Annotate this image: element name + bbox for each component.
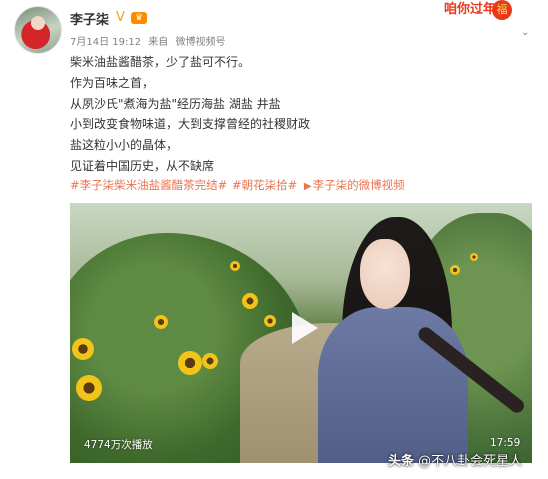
sunflower (230, 261, 240, 271)
video-player[interactable]: 4774万次播放 17:59 (70, 203, 532, 463)
hashtag-link[interactable]: #李子柒柴米油盐酱醋茶完结# (70, 178, 227, 192)
sunflower (72, 338, 94, 360)
watermark-handle: @不八卦会死星人 (418, 454, 523, 469)
sunflower (178, 351, 202, 375)
video-scene-figure-face (360, 239, 410, 309)
chevron-down-icon[interactable]: ⌄ (521, 27, 529, 38)
post-text-line: 柴米油盐酱醋茶，少了盐可不行。 (70, 55, 251, 69)
sunflower (202, 353, 218, 369)
festival-lantern-icon: 福 (492, 0, 512, 20)
post-text-line: 盐这粒小小的晶体， (70, 138, 179, 153)
post-meta: 7月14日 19:12 来自 微博视频号 (70, 33, 229, 48)
video-source-link[interactable]: 李子柒的微博视频 (313, 178, 405, 192)
video-link-icon: ▶ (303, 181, 312, 192)
sunflower (450, 265, 460, 275)
post-text: 柴米油盐酱醋茶，少了盐可不行。 作为百味之首， 从夙沙氏"煮海为盐"经历海盐 湖… (70, 52, 530, 177)
watermark: 头条 @不八卦会死星人 (388, 450, 522, 469)
sunflower (76, 375, 102, 401)
post-tags: #李子柒柴米油盐酱醋茶完结# #朝花柒拾# ▶李子柒的微博视频 (70, 177, 406, 193)
post-date[interactable]: 7月14日 19:12 (70, 37, 141, 48)
video-scene-figure-dress (318, 307, 468, 463)
post-text-line: 小到改变食物味道，大到支撑曾经的社稷财政 (70, 117, 311, 132)
post-text-line: 作为百味之首， (70, 75, 155, 90)
sunflower (470, 253, 478, 261)
sunflower (154, 315, 168, 329)
member-crown-icon: ♛ (131, 12, 147, 24)
play-icon[interactable] (280, 306, 324, 350)
user-avatar[interactable] (14, 6, 62, 54)
video-duration: 17:59 (490, 437, 521, 449)
username[interactable]: 李子柒 (70, 9, 109, 28)
verified-v-icon: V (116, 10, 125, 25)
video-view-count: 4774万次播放 (84, 439, 153, 451)
hashtag-link[interactable]: #朝花柒拾# (232, 178, 297, 192)
post-from-label: 来自 (148, 37, 169, 48)
weibo-post-card: 李子柒 V ♛ 咱你过年 福 ⌄ 7月14日 19:12 来自 微博视频号 柴米… (0, 0, 548, 479)
post-text-line: 见证着中国历史，从不缺席 (70, 158, 215, 173)
post-source[interactable]: 微博视频号 (175, 37, 225, 48)
sunflower (264, 315, 276, 327)
watermark-brand: 头条 (388, 454, 415, 469)
post-text-line: 从夙沙氏"煮海为盐"经历海盐 湖盐 井盐 (70, 96, 281, 111)
sunflower (242, 293, 258, 309)
